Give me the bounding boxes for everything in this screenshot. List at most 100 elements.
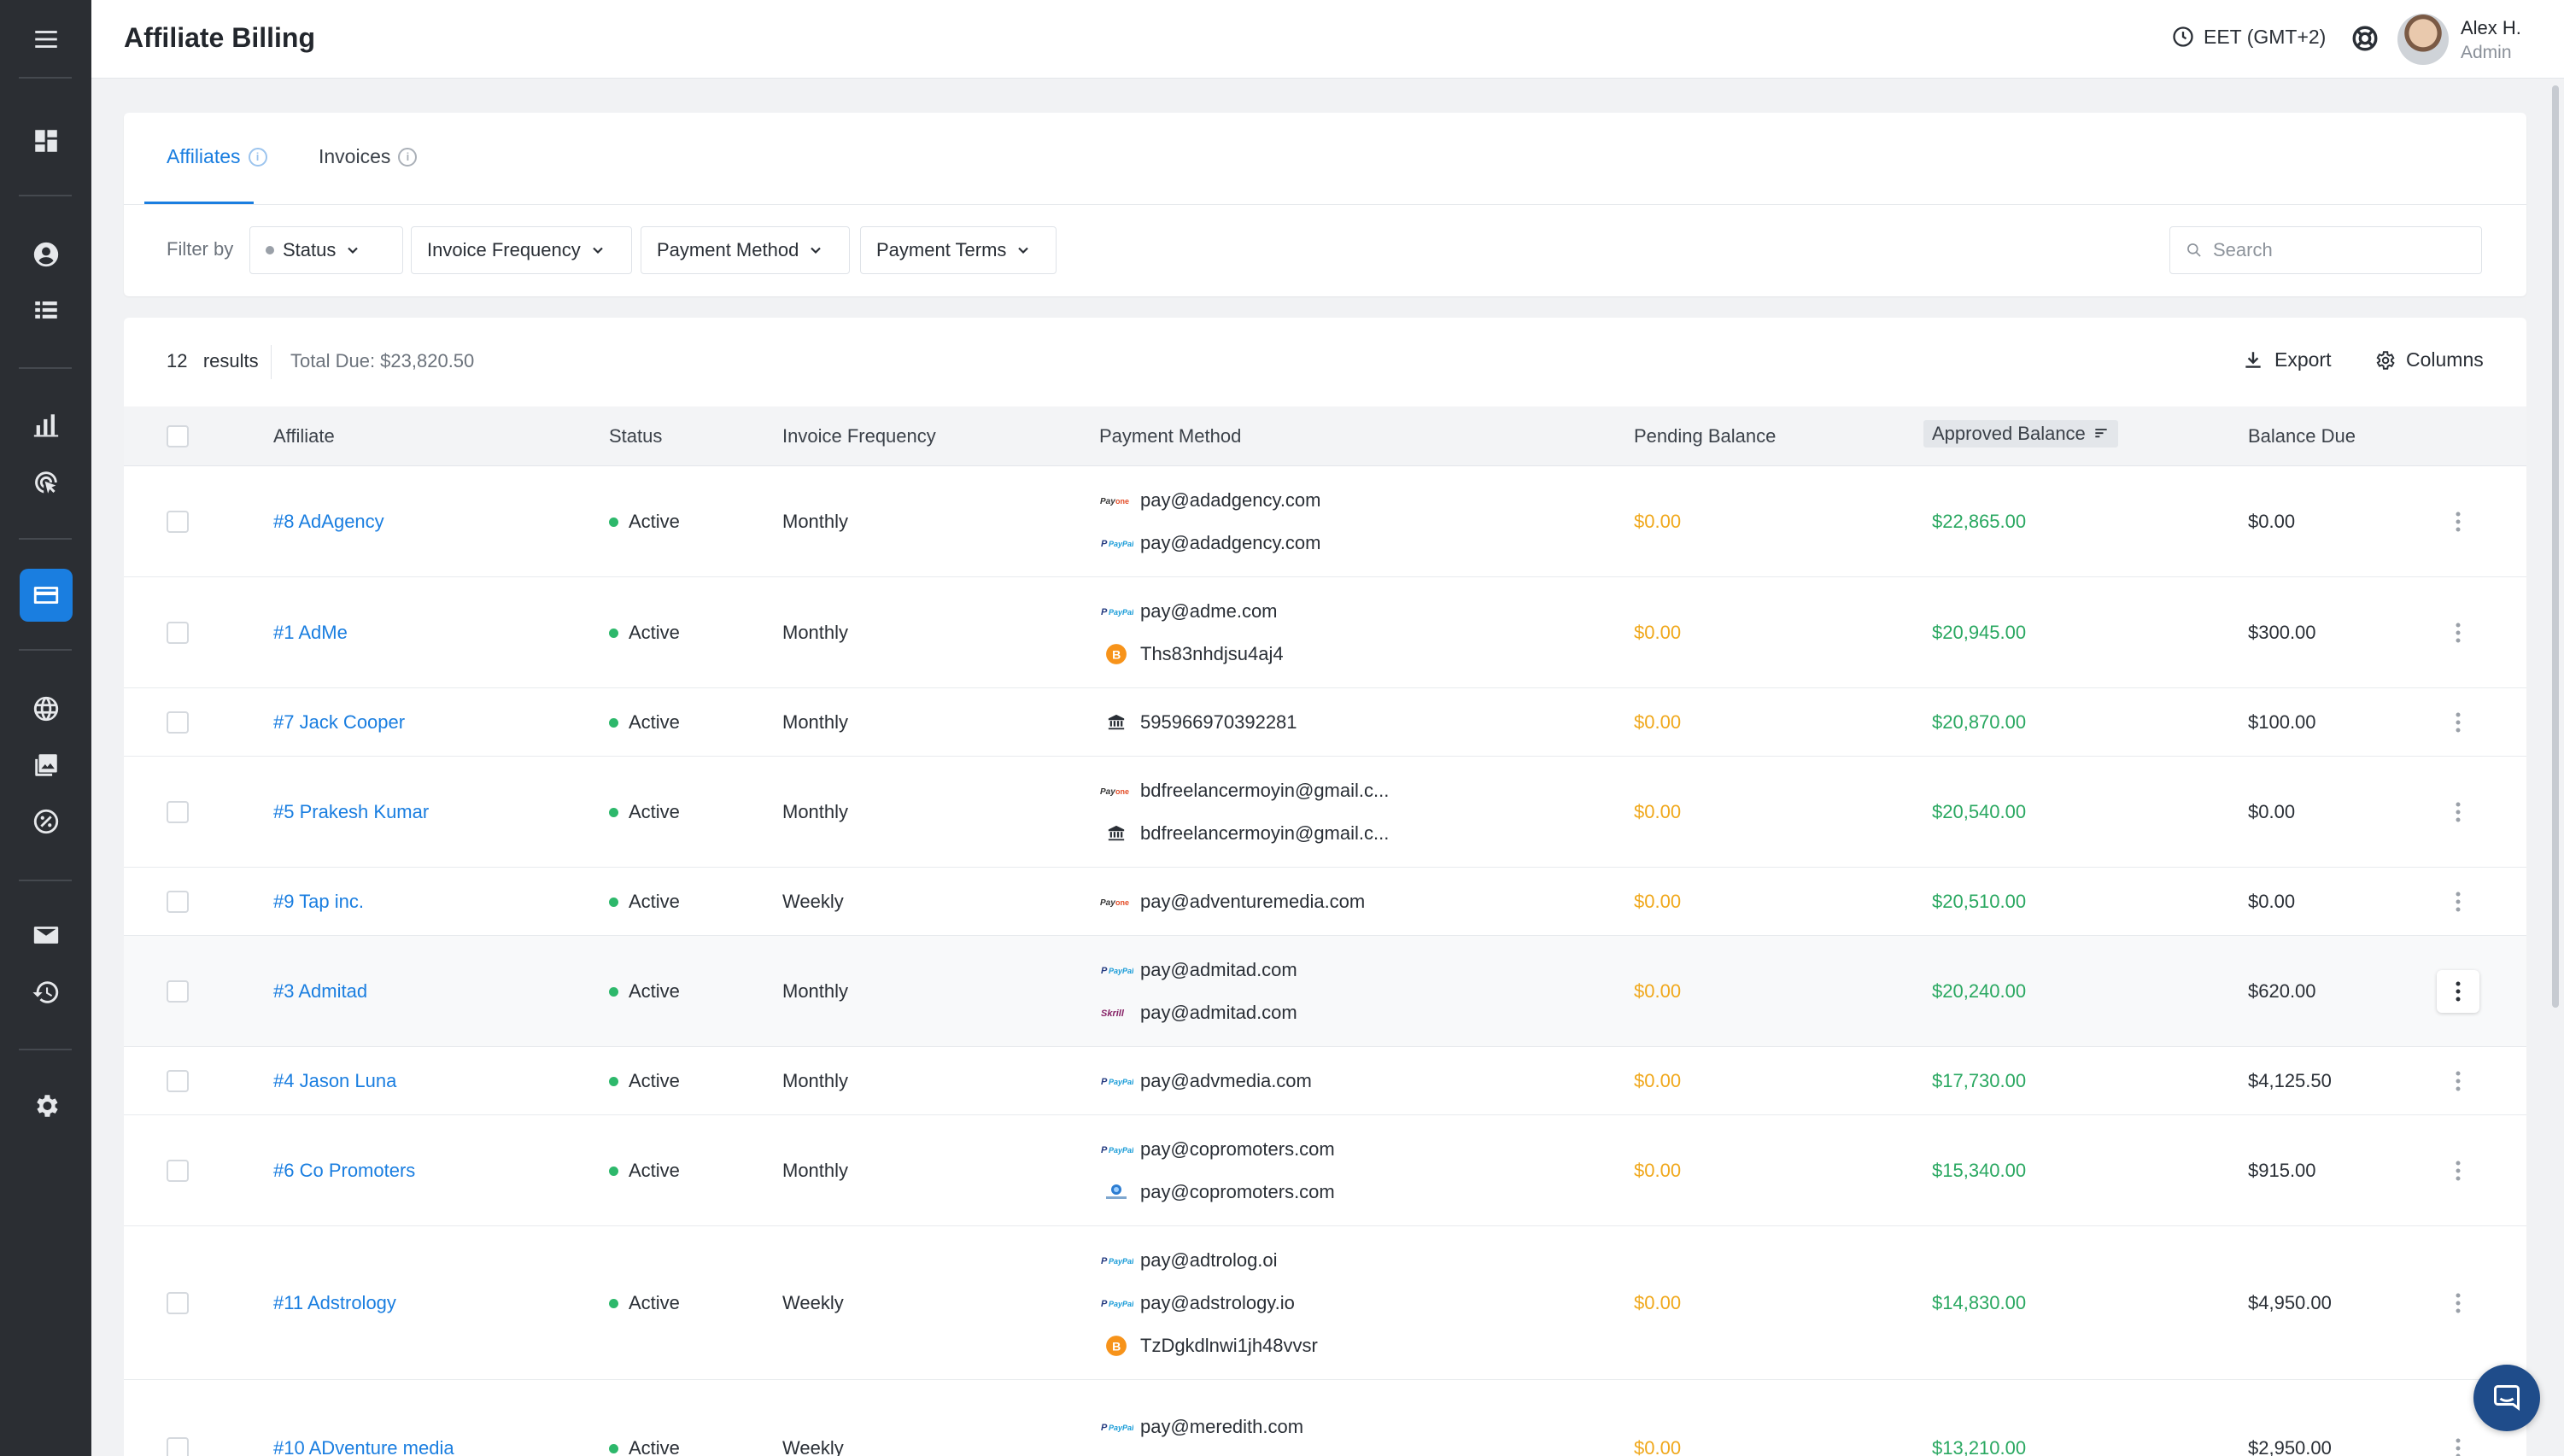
row-checkbox[interactable]: [167, 1160, 189, 1182]
column-header-payment-method[interactable]: Payment Method: [1099, 425, 1241, 447]
scrollbar-thumb[interactable]: [2552, 85, 2559, 1008]
tab-affiliates[interactable]: Affiliates i: [167, 145, 267, 168]
row-more-button[interactable]: [2437, 701, 2479, 744]
sidebar-item-list[interactable]: [0, 284, 91, 336]
row-checkbox[interactable]: [167, 1437, 189, 1456]
approved-balance: $22,865.00: [1932, 511, 2027, 532]
chevron-down-icon: [348, 247, 359, 254]
sidebar-divider: [19, 195, 72, 196]
table-row[interactable]: #6 Co Promoters Active Monthly P PayPal pay@c…: [124, 1115, 2526, 1226]
affiliate-link[interactable]: #11 Adstrology: [273, 1292, 396, 1314]
timezone-selector[interactable]: EET (GMT+2): [2171, 25, 2326, 49]
images-icon: [34, 754, 57, 776]
info-icon[interactable]: i: [398, 147, 418, 167]
row-more-button[interactable]: [2437, 500, 2479, 543]
sidebar-divider: [19, 77, 72, 79]
row-checkbox[interactable]: [167, 711, 189, 734]
column-header-pending-balance[interactable]: Pending Balance: [1634, 425, 1776, 447]
svg-text:P: P: [1101, 966, 1108, 976]
affiliate-link[interactable]: #1 AdMe: [273, 622, 348, 644]
status-filter-button[interactable]: Status: [249, 226, 403, 274]
sidebar-item-creatives[interactable]: [0, 740, 91, 791]
affiliate-link[interactable]: #3 Admitad: [273, 980, 367, 1003]
svg-text:P: P: [1101, 539, 1108, 549]
search-box[interactable]: [2169, 226, 2482, 274]
table-row[interactable]: #3 Admitad Active Monthly P PayPal pay@admita…: [124, 936, 2526, 1047]
column-header-affiliate[interactable]: Affiliate: [273, 425, 335, 447]
table-row[interactable]: #8 AdAgency Active Monthly Pay one pay@adadge…: [124, 466, 2526, 577]
row-more-button[interactable]: [2437, 791, 2479, 833]
sidebar-item-clicks[interactable]: [0, 457, 91, 508]
affiliate-link[interactable]: #7 Jack Cooper: [273, 711, 405, 734]
affiliate-link[interactable]: #8 AdAgency: [273, 511, 384, 533]
bar-chart-icon: [33, 414, 58, 437]
sidebar-item-offers[interactable]: [0, 683, 91, 734]
approved-balance: $15,340.00: [1932, 1160, 2027, 1181]
row-more-button[interactable]: [2437, 970, 2479, 1013]
row-checkbox[interactable]: [167, 511, 189, 533]
approved-balance: $14,830.00: [1932, 1292, 2027, 1313]
table-row[interactable]: #4 Jason Luna Active Monthly P PayPal pay@adv…: [124, 1047, 2526, 1115]
sidebar-item-billing[interactable]: [0, 569, 91, 622]
row-checkbox[interactable]: [167, 980, 189, 1003]
affiliate-link[interactable]: #9 Tap inc.: [273, 891, 364, 913]
payment-method-filter-button[interactable]: Payment Method: [641, 226, 850, 274]
sidebar-item-dashboard[interactable]: [0, 115, 91, 167]
info-icon[interactable]: i: [248, 147, 267, 167]
columns-button[interactable]: Columns: [2374, 348, 2484, 371]
table-row[interactable]: #5 Prakesh Kumar Active Monthly Pay one bdfre…: [124, 757, 2526, 868]
chat-launcher-button[interactable]: [2473, 1365, 2540, 1431]
row-checkbox[interactable]: [167, 1292, 189, 1314]
row-checkbox[interactable]: [167, 891, 189, 913]
menu-icon[interactable]: [0, 14, 91, 65]
row-checkbox[interactable]: [167, 622, 189, 644]
svg-text:one: one: [1115, 497, 1129, 506]
select-all-checkbox[interactable]: [167, 425, 189, 447]
svg-text:PayPal: PayPal: [1109, 967, 1133, 975]
status-badge: Active: [609, 1160, 680, 1182]
row-more-button[interactable]: [2437, 1060, 2479, 1102]
invoice-frequency-filter-button[interactable]: Invoice Frequency: [411, 226, 632, 274]
table-row[interactable]: #7 Jack Cooper Active Monthly 5959669703922…: [124, 688, 2526, 757]
payment-terms-filter-button[interactable]: Payment Terms: [860, 226, 1057, 274]
avatar[interactable]: [2397, 14, 2449, 65]
affiliate-link[interactable]: #5 Prakesh Kumar: [273, 801, 429, 823]
sidebar-item-settings[interactable]: [0, 1080, 91, 1131]
row-more-button[interactable]: [2437, 1149, 2479, 1192]
affiliate-link[interactable]: #10 ADventure media: [273, 1437, 454, 1456]
column-header-balance-due[interactable]: Balance Due: [2248, 425, 2356, 447]
row-more-button[interactable]: [2437, 611, 2479, 654]
filter-button-label: Invoice Frequency: [427, 239, 581, 260]
invoice-frequency: Monthly: [782, 801, 849, 822]
column-header-status[interactable]: Status: [609, 425, 662, 447]
row-more-button[interactable]: [2437, 1427, 2479, 1456]
sidebar-item-commissions[interactable]: [0, 796, 91, 847]
payment-method-value: pay@copromoters.com: [1140, 1138, 1335, 1160]
tab-label: Invoices: [319, 145, 391, 167]
invoice-frequency: Monthly: [782, 711, 849, 733]
row-checkbox[interactable]: [167, 801, 189, 823]
sidebar-item-affiliates[interactable]: [0, 229, 91, 280]
row-more-button[interactable]: [2437, 880, 2479, 923]
results-label: results: [202, 350, 259, 371]
payment-method-value: Ths83nhdjsu4aj4: [1140, 643, 1284, 664]
row-checkbox[interactable]: [167, 1070, 189, 1092]
column-header-invoice-frequency[interactable]: Invoice Frequency: [782, 425, 936, 447]
sidebar-item-history[interactable]: [0, 967, 91, 1018]
svg-text:P: P: [1101, 607, 1108, 617]
table-row[interactable]: #1 AdMe Active Monthly P PayPal pay@adme.com B…: [124, 577, 2526, 688]
sidebar-item-reports[interactable]: [0, 400, 91, 451]
search-input[interactable]: [2213, 239, 2469, 261]
affiliate-link[interactable]: #4 Jason Luna: [273, 1070, 396, 1092]
row-more-button[interactable]: [2437, 1282, 2479, 1324]
export-button[interactable]: Export: [2242, 348, 2331, 371]
status-dot-icon: [609, 807, 618, 817]
column-header-approved-balance[interactable]: Approved Balance: [1923, 420, 2118, 447]
sidebar-item-messages[interactable]: [0, 909, 91, 961]
table-row[interactable]: #10 ADventure media Active Weekly P PayPal pa…: [124, 1380, 2526, 1456]
tab-invoices[interactable]: Invoices i: [319, 145, 418, 168]
help-lifebuoy-icon[interactable]: [2350, 24, 2380, 53]
table-row[interactable]: #9 Tap inc. Active Weekly Pay one pay@adventu…: [124, 868, 2526, 936]
table-row[interactable]: #11 Adstrology Active Weekly P PayPal pay@adt…: [124, 1226, 2526, 1380]
affiliate-link[interactable]: #6 Co Promoters: [273, 1160, 415, 1182]
